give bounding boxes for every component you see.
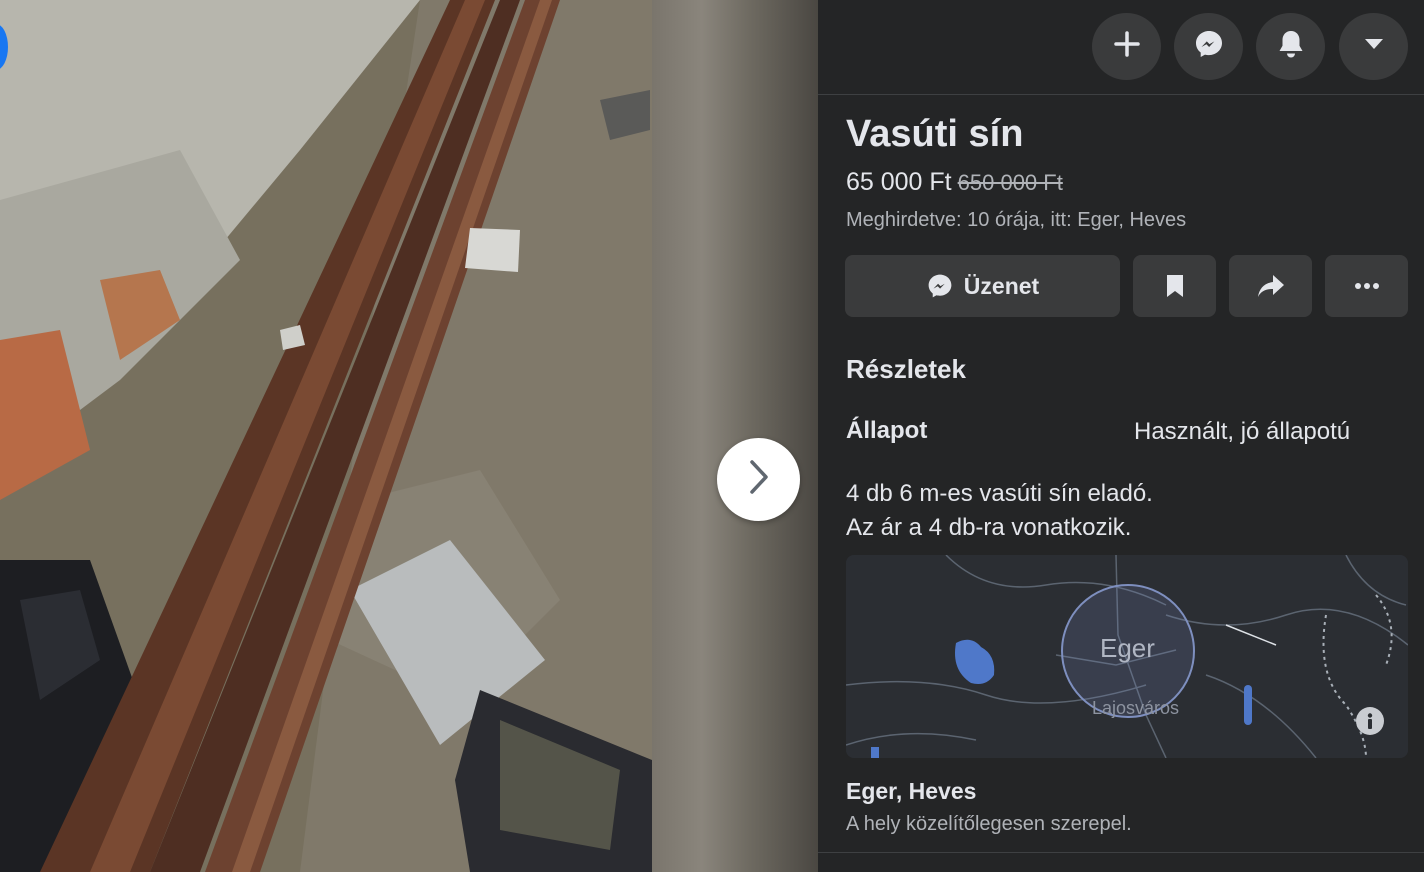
- more-options-button[interactable]: [1325, 255, 1408, 317]
- messenger-button[interactable]: [1174, 13, 1243, 80]
- share-icon: [1256, 273, 1286, 299]
- message-button-label: Üzenet: [963, 272, 1040, 299]
- listing-title: Vasúti sín: [846, 113, 1024, 155]
- messenger-icon: [1193, 28, 1225, 65]
- description-line: 4 db 6 m-es vasúti sín eladó.: [846, 480, 1153, 507]
- photo-blur-background: [652, 0, 818, 872]
- plus-icon: [1113, 30, 1141, 63]
- listing-details-panel: Vasúti sín 65 000 Ft 650 000 Ft Meghirdet…: [818, 0, 1424, 872]
- save-button[interactable]: [1133, 255, 1216, 317]
- bookmark-icon: [1165, 273, 1185, 299]
- map-district-label: Lajosváros: [1092, 698, 1180, 718]
- original-price: 650 000 Ft: [957, 170, 1063, 195]
- bell-icon: [1276, 28, 1306, 65]
- current-price: 65 000 Ft: [846, 168, 952, 196]
- divider: [818, 852, 1424, 853]
- next-photo-button[interactable]: [717, 438, 800, 521]
- caret-down-icon: [1363, 37, 1385, 56]
- info-icon: [1367, 713, 1373, 729]
- top-navigation-bar: [818, 0, 1424, 95]
- share-button[interactable]: [1229, 255, 1312, 317]
- listing-price: 65 000 Ft 650 000 Ft: [846, 168, 1063, 197]
- details-heading: Részletek: [846, 354, 966, 384]
- condition-value: Használt, jó állapotú: [1134, 418, 1351, 445]
- condition-label: Állapot: [846, 417, 928, 444]
- create-button[interactable]: [1092, 13, 1161, 80]
- notifications-button[interactable]: [1256, 13, 1325, 80]
- messenger-icon: [926, 272, 954, 300]
- location-map[interactable]: Eger Lajosváros: [846, 555, 1408, 758]
- listing-photo: [0, 0, 652, 872]
- chevron-right-icon: [746, 457, 772, 502]
- map-city-label: Eger: [1100, 633, 1155, 663]
- listing-description: 4 db 6 m-es vasúti sín eladó. Az ár a 4 …: [846, 477, 1153, 545]
- more-icon: [1354, 282, 1380, 290]
- listing-meta: Meghirdetve: 10 órája, itt: Eger, Heves: [846, 209, 1187, 231]
- account-menu-button[interactable]: [1339, 13, 1408, 80]
- location-note: A hely közelítőlegesen szerepel.: [846, 813, 1132, 835]
- map-info-button[interactable]: [1356, 707, 1384, 735]
- photo-viewer: [0, 0, 818, 872]
- location-title: Eger, Heves: [846, 778, 977, 804]
- description-line: Az ár a 4 db-ra vonatkozik.: [846, 514, 1132, 541]
- message-button[interactable]: Üzenet: [845, 255, 1120, 317]
